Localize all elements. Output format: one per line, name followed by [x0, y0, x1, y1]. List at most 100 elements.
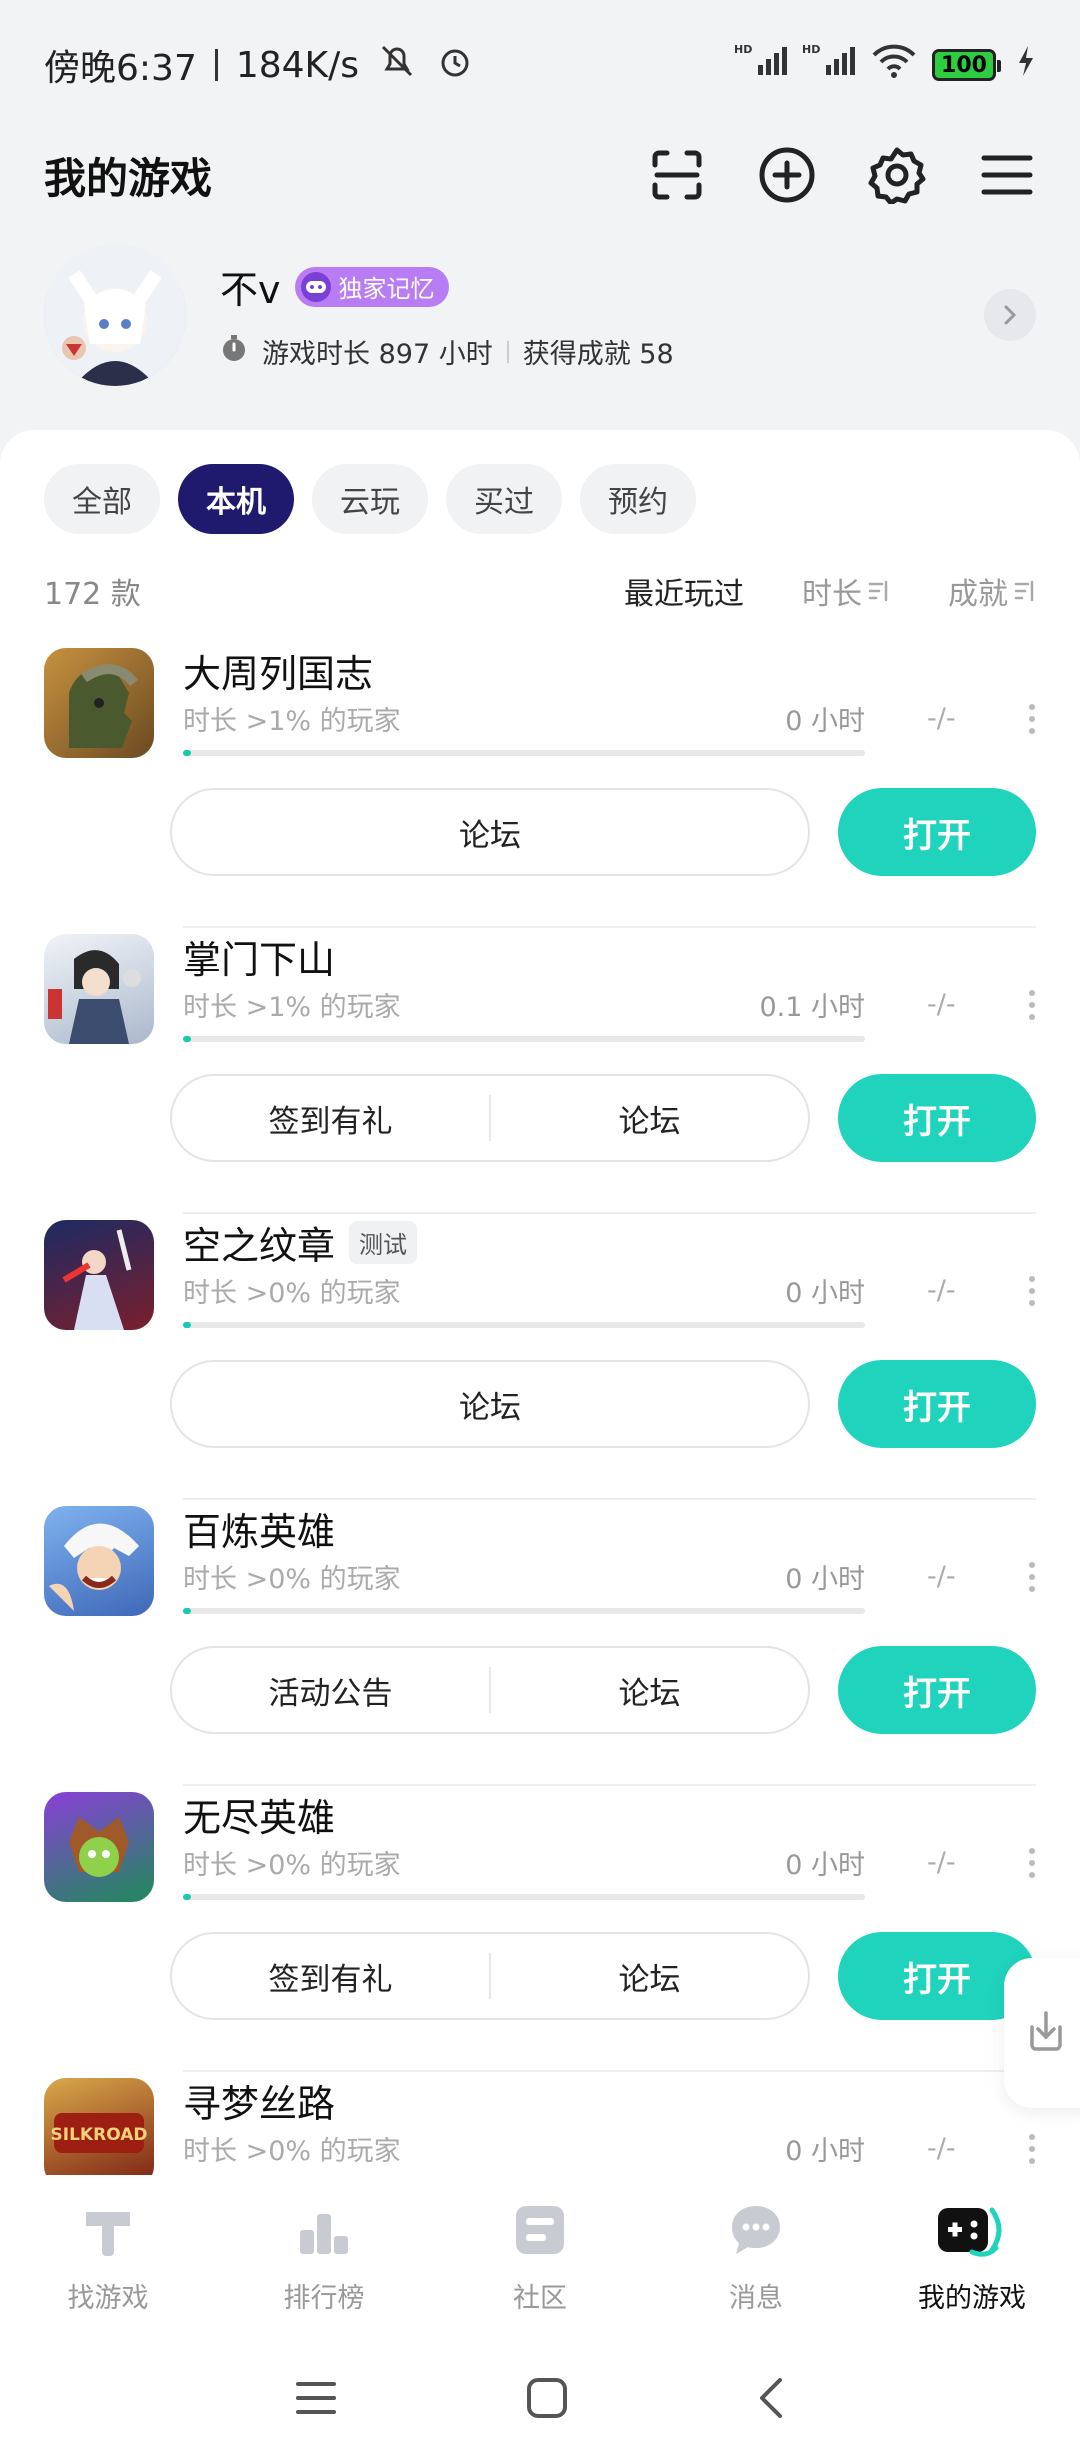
- menu-icon[interactable]: [978, 146, 1036, 204]
- announcement-button[interactable]: 活动公告: [172, 1648, 489, 1732]
- playtime-progress-fill: [183, 750, 192, 756]
- status-divider: [214, 49, 218, 81]
- add-icon[interactable]: [758, 146, 816, 204]
- ranking-icon: [294, 2200, 354, 2264]
- game-icon[interactable]: SILKROAD: [44, 2078, 154, 2180]
- forum-button[interactable]: 论坛: [491, 1934, 808, 2018]
- open-button[interactable]: 打开: [838, 1646, 1036, 1734]
- sort-playtime-label: 时长: [802, 577, 862, 612]
- download-manager-button[interactable]: [1004, 1958, 1080, 2108]
- status-bar: 傍晚6:37 184K/s HD HD 100: [0, 0, 1080, 130]
- header: 我的游戏: [0, 130, 1080, 220]
- profile-badge[interactable]: 独家记忆: [294, 266, 449, 307]
- nav-messages[interactable]: 消息: [648, 2200, 864, 2315]
- battery-icon: 100: [932, 49, 1001, 81]
- game-icon[interactable]: [44, 1220, 154, 1330]
- game-icon[interactable]: [44, 934, 154, 1044]
- game-icon[interactable]: [44, 1792, 154, 1902]
- open-button[interactable]: 打开: [838, 788, 1036, 876]
- more-vert-icon[interactable]: [1028, 2134, 1036, 2164]
- game-icon[interactable]: [44, 1506, 154, 1616]
- game-icon[interactable]: [44, 648, 154, 758]
- recents-icon[interactable]: [294, 2378, 338, 2422]
- game-item[interactable]: 大周列国志 时长 >1% 的玩家 0 小时 -/- 论坛 打开: [0, 642, 1080, 928]
- open-button[interactable]: 打开: [838, 1074, 1036, 1162]
- playtime-progress-fill: [183, 1322, 192, 1328]
- status-time: 傍晚6:37: [44, 48, 197, 89]
- more-vert-icon[interactable]: [1028, 1562, 1036, 1592]
- filter-tab-all[interactable]: 全部: [44, 464, 160, 534]
- sort-row: 172 款 最近玩过 时长 成就: [0, 566, 1080, 616]
- avatar[interactable]: [44, 244, 186, 386]
- game-hours: 0 小时: [785, 1849, 865, 1881]
- timer-icon: [220, 334, 248, 369]
- filter-tab-local[interactable]: 本机: [178, 464, 294, 534]
- svg-text:HD: HD: [802, 43, 820, 56]
- profile-name: 不v: [220, 268, 281, 312]
- more-vert-icon[interactable]: [1028, 1276, 1036, 1306]
- playtime-progress-fill: [183, 1608, 192, 1614]
- sort-recent-label: 最近玩过: [624, 577, 744, 612]
- playtime-stat: 游戏时长 897 小时: [262, 339, 493, 370]
- game-item[interactable]: 百炼英雄 时长 >0% 的玩家 0 小时 -/- 活动公告 论坛 打开: [0, 1500, 1080, 1786]
- checkin-gift-button[interactable]: 签到有礼: [172, 1076, 489, 1160]
- sort-achievement[interactable]: 成就: [948, 569, 1036, 613]
- nav-label: 排行榜: [283, 2283, 365, 2314]
- game-hours: 0 小时: [785, 1563, 865, 1595]
- nav-find-game[interactable]: 找游戏: [0, 2200, 216, 2315]
- game-list: 大周列国志 时长 >1% 的玩家 0 小时 -/- 论坛 打开 掌门下山 时长 …: [0, 642, 1080, 2180]
- game-title: 掌门下山: [183, 937, 336, 982]
- secondary-actions: 活动公告 论坛: [170, 1646, 810, 1734]
- sort-recent[interactable]: 最近玩过: [624, 569, 744, 613]
- game-hours: 0 小时: [785, 1277, 865, 1309]
- game-item[interactable]: 掌门下山 时长 >1% 的玩家 0.1 小时 -/- 签到有礼 论坛 打开: [0, 928, 1080, 1214]
- forum-button[interactable]: 论坛: [172, 1362, 808, 1446]
- nav-label: 社区: [513, 2283, 567, 2314]
- test-tag: 测试: [349, 1220, 418, 1264]
- home-icon[interactable]: [525, 2376, 569, 2424]
- secondary-actions: 论坛: [170, 1360, 810, 1448]
- checkin-gift-button[interactable]: 签到有礼: [172, 1934, 489, 2018]
- game-item[interactable]: SILKROAD 寻梦丝路 时长 >0% 的玩家 0 小时 -/-: [0, 2072, 1080, 2180]
- game-title: 大周列国志: [183, 651, 374, 696]
- badge-label: 独家记忆: [338, 275, 435, 303]
- filter-tab-purchased[interactable]: 买过: [446, 464, 562, 534]
- more-vert-icon[interactable]: [1028, 990, 1036, 1020]
- secondary-actions: 签到有礼 论坛: [170, 1074, 810, 1162]
- back-icon[interactable]: [756, 2376, 786, 2424]
- playtime-progress-fill: [183, 1894, 192, 1900]
- game-achievement: -/-: [927, 1560, 956, 1592]
- more-vert-icon[interactable]: [1028, 1848, 1036, 1878]
- svg-text:HD: HD: [734, 43, 752, 56]
- profile-chevron-right-icon[interactable]: [984, 289, 1036, 341]
- gamepad-icon: [300, 271, 331, 302]
- forum-button[interactable]: 论坛: [491, 1648, 808, 1732]
- forum-button[interactable]: 论坛: [491, 1076, 808, 1160]
- nav-label: 消息: [729, 2283, 783, 2314]
- nav-community[interactable]: 社区: [432, 2200, 648, 2315]
- nav-my-games[interactable]: 我的游戏: [864, 2200, 1080, 2315]
- settings-icon[interactable]: [868, 146, 926, 204]
- game-achievement: -/-: [927, 988, 956, 1020]
- forum-button[interactable]: 论坛: [172, 790, 808, 874]
- filter-tab-reserved[interactable]: 预约: [580, 464, 696, 534]
- sort-icon: [868, 580, 888, 602]
- stat-divider: [506, 340, 509, 363]
- playtime-progress: [183, 1036, 865, 1042]
- games-card: 全部 本机 云玩 买过 预约 172 款 最近玩过 时长 成就 大周列国志 时长…: [0, 430, 1080, 2180]
- open-button[interactable]: 打开: [838, 1360, 1036, 1448]
- game-hours: 0 小时: [785, 2135, 865, 2167]
- profile-summary[interactable]: 不v 独家记忆 游戏时长 897 小时 获得成就 58: [0, 240, 1080, 390]
- more-vert-icon[interactable]: [1028, 704, 1036, 734]
- sort-playtime[interactable]: 时长: [802, 569, 890, 613]
- game-item[interactable]: 无尽英雄 时长 >0% 的玩家 0 小时 -/- 签到有礼 论坛 打开: [0, 1786, 1080, 2072]
- game-achievement: -/-: [927, 2132, 956, 2164]
- network-speed: 184K/s: [235, 44, 360, 86]
- playtime-progress: [183, 1322, 865, 1328]
- game-item[interactable]: 空之纹章 测试 时长 >0% 的玩家 0 小时 -/- 论坛 打开: [0, 1214, 1080, 1500]
- svg-text:SILKROAD: SILKROAD: [51, 2125, 148, 2145]
- filter-tab-cloud[interactable]: 云玩: [312, 464, 428, 534]
- scan-icon[interactable]: [648, 146, 706, 204]
- nav-ranking[interactable]: 排行榜: [216, 2200, 432, 2315]
- find-game-icon: [78, 2200, 138, 2264]
